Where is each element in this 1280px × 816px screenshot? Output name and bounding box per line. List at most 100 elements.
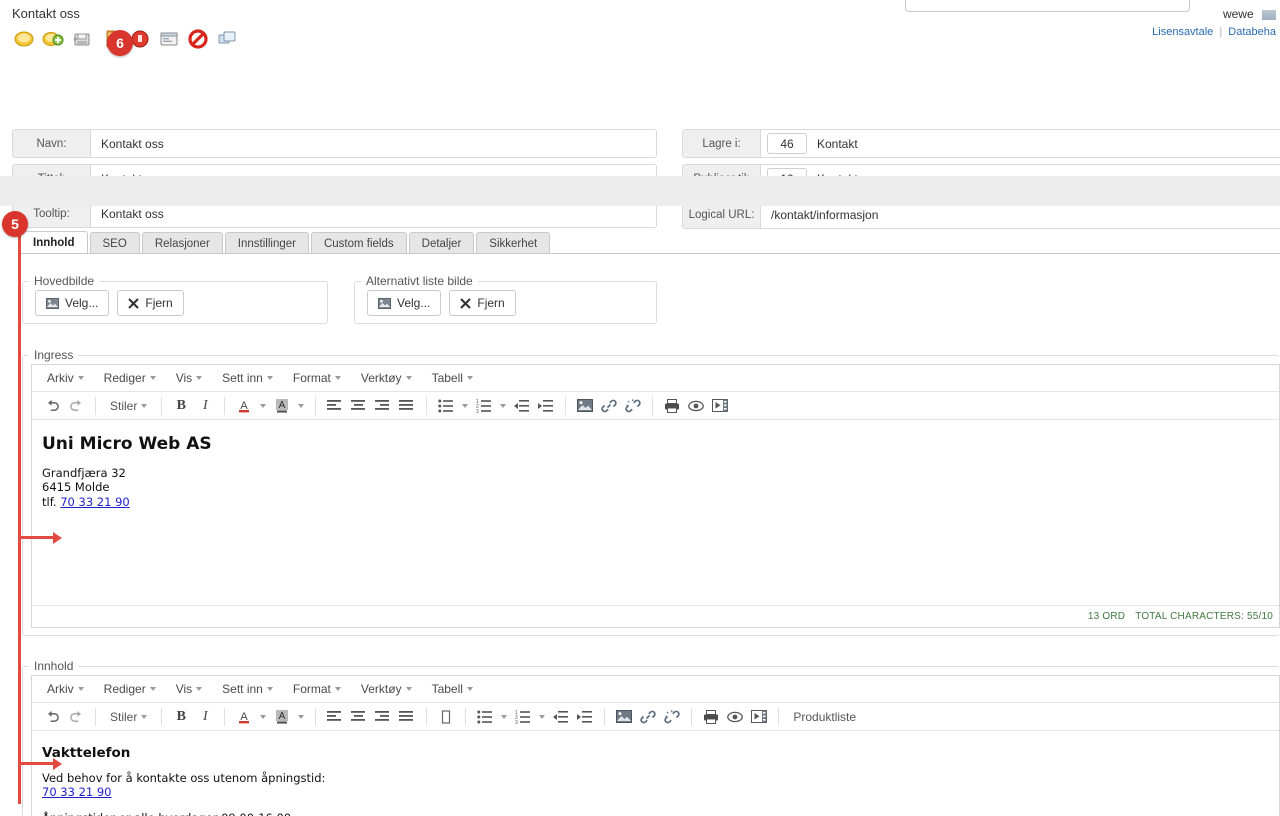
bullet-list-dropdown-icon[interactable] [458,395,472,417]
align-center-icon[interactable] [347,395,371,417]
innhold-content-area[interactable]: Vakttelefon Ved behov for å kontakte oss… [32,731,1279,816]
insert-block-icon[interactable] [434,706,458,728]
insert-link-icon[interactable] [597,395,621,417]
background-color-icon[interactable]: A [270,706,294,728]
unlink-icon[interactable] [660,706,684,728]
delete-forbidden-icon[interactable] [187,28,209,50]
text-color-icon[interactable]: A [232,395,256,417]
archive-icon[interactable] [71,28,93,50]
align-right-icon[interactable] [371,395,395,417]
undo-icon[interactable] [40,706,64,728]
menu-vis[interactable]: Vis [167,368,211,389]
bullet-list-icon[interactable] [434,395,458,417]
align-left-icon[interactable] [323,395,347,417]
print-icon[interactable] [699,706,723,728]
alt-bilde-velg-button[interactable]: Velg... [367,290,442,316]
hovedbilde-velg-button[interactable]: Velg... [35,290,110,316]
italic-icon[interactable]: I [193,706,217,728]
menu-vis[interactable]: Vis [167,679,211,700]
background-color-dropdown-icon[interactable] [294,395,308,417]
hovedbilde-fjern-button[interactable]: Fjern [117,290,184,316]
text-color-dropdown-icon[interactable] [256,395,270,417]
insert-media-icon[interactable] [708,395,732,417]
numbered-list-icon[interactable]: 123 [511,706,535,728]
copy-icon[interactable] [216,28,238,50]
global-search-input[interactable] [905,0,1190,12]
language-flag-icon[interactable] [1262,9,1276,20]
insert-media-icon[interactable] [747,706,771,728]
link-lisensavtale[interactable]: Lisensavtale [1152,26,1213,38]
indent-icon[interactable] [573,706,597,728]
outdent-icon[interactable] [510,395,534,417]
chevron-down-icon [196,376,203,380]
italic-icon[interactable]: I [193,395,217,417]
tab-innstillinger[interactable]: Innstillinger [224,232,309,254]
link-databehandling[interactable]: Databeha [1228,26,1276,38]
ingress-phone-link[interactable]: 70 33 21 90 [60,495,130,509]
menu-rediger[interactable]: Rediger [95,679,165,700]
preview-eye-icon[interactable] [684,395,708,417]
insert-image-icon[interactable] [612,706,636,728]
numbered-list-icon[interactable]: 123 [472,395,496,417]
menu-verktoy[interactable]: Verktøy [352,368,421,389]
styles-dropdown[interactable]: Stiler [103,395,154,417]
indent-icon[interactable] [534,395,558,417]
tab-custom-fields[interactable]: Custom fields [310,232,407,254]
insert-link-icon[interactable] [636,706,660,728]
tab-sikkerhet[interactable]: Sikkerhet [476,232,551,254]
menu-sett-inn[interactable]: Sett inn [213,679,282,700]
insert-image-icon[interactable] [573,395,597,417]
tab-relasjoner[interactable]: Relasjoner [141,232,223,254]
user-name[interactable]: wewe [1223,7,1254,21]
menu-arkiv[interactable]: Arkiv [38,368,93,389]
numbered-list-dropdown-icon[interactable] [496,395,510,417]
field-lagre-i-value[interactable]: Kontakt [807,130,1280,157]
styles-dropdown[interactable]: Stiler [103,706,154,728]
background-color-dropdown-icon[interactable] [294,706,308,728]
menu-tabell[interactable]: Tabell [423,679,482,700]
menu-verktoy[interactable]: Verktøy [352,679,421,700]
text-color-icon[interactable]: A [232,706,256,728]
preview-window-icon[interactable] [158,28,180,50]
menu-sett-inn[interactable]: Sett inn [213,368,282,389]
tab-detaljer[interactable]: Detaljer [408,232,475,254]
numbered-list-dropdown-icon[interactable] [535,706,549,728]
ingress-toolbar: Stiler B I A A 1 2 3 [32,392,1279,420]
redo-icon[interactable] [64,706,88,728]
tab-seo[interactable]: SEO [89,232,140,254]
field-lagre-i-id[interactable]: 46 [767,133,807,154]
menu-format[interactable]: Format [284,368,350,389]
menu-arkiv[interactable]: Arkiv [38,679,93,700]
innhold-hours-line: Åpningstider er alle hverdager 09.00-16.… [42,811,1269,816]
tab-innhold[interactable]: Innhold [20,231,88,254]
bullet-list-icon[interactable] [473,706,497,728]
menu-tabell[interactable]: Tabell [423,368,482,389]
background-color-icon[interactable]: A [270,395,294,417]
menu-format[interactable]: Format [284,679,350,700]
align-justify-icon[interactable] [395,395,419,417]
produktliste-button[interactable]: Produktliste [786,706,863,728]
unlink-icon[interactable] [621,395,645,417]
align-justify-icon[interactable] [395,706,419,728]
save-new-icon[interactable] [42,28,64,50]
alt-bilde-fjern-button[interactable]: Fjern [449,290,516,316]
field-navn-input[interactable]: Kontakt oss [91,130,656,157]
bold-icon[interactable]: B [169,395,193,417]
save-icon[interactable] [13,28,35,50]
outdent-icon[interactable] [549,706,573,728]
innhold-phone-link[interactable]: 70 33 21 90 [42,785,112,799]
align-left-icon[interactable] [323,706,347,728]
align-center-icon[interactable] [347,706,371,728]
chevron-down-icon [266,687,273,691]
align-right-icon[interactable] [371,706,395,728]
ingress-content-area[interactable]: Uni Micro Web AS Grandfjæra 32 6415 Mold… [32,420,1279,606]
redo-icon[interactable] [64,395,88,417]
preview-eye-icon[interactable] [723,706,747,728]
bullet-list-dropdown-icon[interactable] [497,706,511,728]
bold-icon[interactable]: B [169,706,193,728]
text-color-dropdown-icon[interactable] [256,706,270,728]
close-icon [128,297,140,309]
menu-rediger[interactable]: Rediger [95,368,165,389]
undo-icon[interactable] [40,395,64,417]
print-icon[interactable] [660,395,684,417]
